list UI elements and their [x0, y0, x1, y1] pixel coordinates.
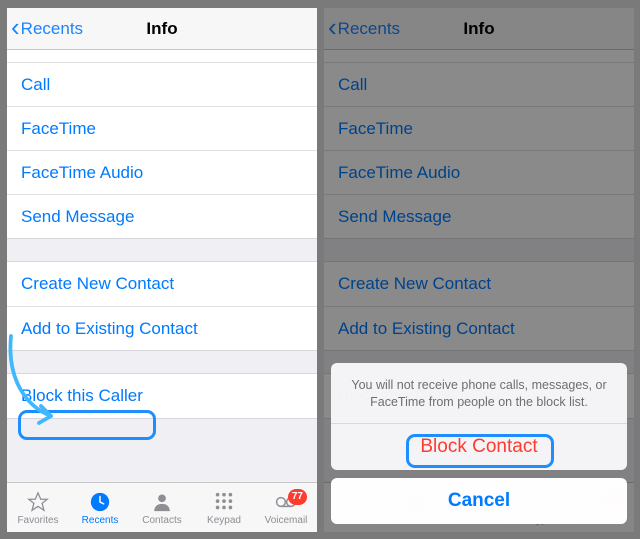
row-label: Call [21, 75, 50, 95]
tab-label: Keypad [207, 515, 241, 526]
cancel-label: Cancel [448, 490, 510, 512]
tab-bar: Favorites Recents Contacts [7, 482, 317, 532]
row-label: Send Message [21, 207, 134, 227]
content-area: Call FaceTime FaceTime Audio Send Messag… [7, 50, 317, 482]
section-block: Block this Caller [7, 373, 317, 419]
back-label: Recents [21, 19, 83, 39]
clock-icon [87, 490, 113, 514]
back-button[interactable]: ‹ Recents [11, 8, 83, 50]
page-title: Info [146, 19, 177, 39]
row-label: Block this Caller [21, 386, 143, 406]
tab-favorites[interactable]: Favorites [7, 490, 69, 526]
star-icon [25, 490, 51, 514]
tab-label: Favorites [17, 515, 58, 526]
row-send-message[interactable]: Send Message [7, 194, 317, 238]
phone-screen-left: ‹ Recents Info Call FaceTime FaceTime Au… [7, 8, 317, 532]
tab-label: Recents [82, 515, 119, 526]
badge: 77 [288, 489, 307, 505]
spacer [7, 50, 317, 62]
tab-label: Contacts [142, 515, 181, 526]
row-label: FaceTime [21, 119, 96, 139]
action-sheet: You will not receive phone calls, messag… [331, 363, 627, 524]
tab-contacts[interactable]: Contacts [131, 490, 193, 526]
block-contact-button[interactable]: Block Contact [331, 424, 627, 470]
nav-bar: ‹ Recents Info [7, 8, 317, 50]
row-label: Create New Contact [21, 274, 174, 294]
row-add-existing[interactable]: Add to Existing Contact [7, 306, 317, 350]
row-label: FaceTime Audio [21, 163, 143, 183]
tab-label: Voicemail [265, 515, 308, 526]
phone-screen-right: ‹ Recents Info Call FaceTime FaceTime Au… [324, 8, 634, 532]
action-sheet-group: You will not receive phone calls, messag… [331, 363, 627, 470]
action-label: Block Contact [420, 436, 537, 458]
tab-keypad[interactable]: Keypad [193, 490, 255, 526]
row-block-caller[interactable]: Block this Caller [7, 374, 317, 418]
row-facetime-audio[interactable]: FaceTime Audio [7, 150, 317, 194]
cancel-button[interactable]: Cancel [331, 478, 627, 524]
row-label: Add to Existing Contact [21, 319, 198, 339]
tab-recents[interactable]: Recents [69, 490, 131, 526]
action-sheet-message: You will not receive phone calls, messag… [331, 363, 627, 424]
chevron-left-icon: ‹ [11, 14, 20, 40]
tab-voicemail[interactable]: 77 Voicemail [255, 490, 317, 526]
row-call[interactable]: Call [7, 62, 317, 106]
person-icon [149, 490, 175, 514]
section-actions: Call FaceTime FaceTime Audio Send Messag… [7, 50, 317, 239]
row-create-contact[interactable]: Create New Contact [7, 262, 317, 306]
keypad-icon [211, 490, 237, 514]
section-contact: Create New Contact Add to Existing Conta… [7, 261, 317, 351]
row-facetime[interactable]: FaceTime [7, 106, 317, 150]
